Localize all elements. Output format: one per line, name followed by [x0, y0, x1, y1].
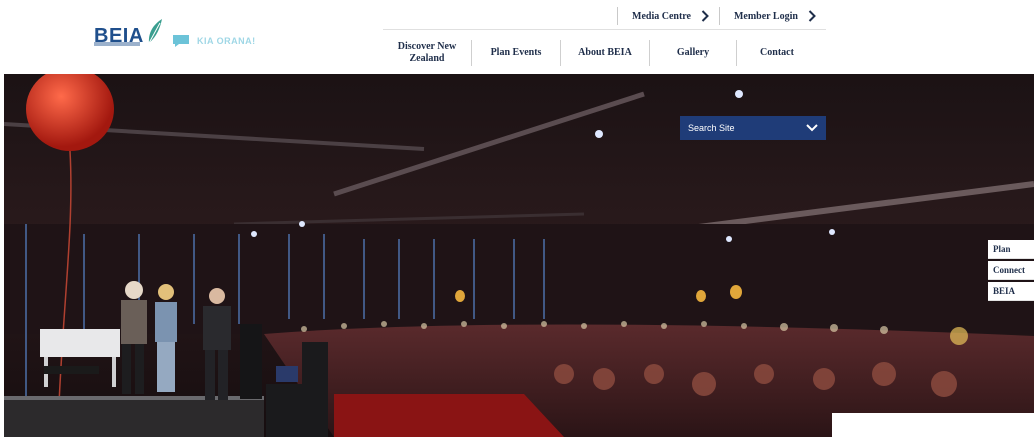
header-rule [383, 29, 826, 30]
nav-item-contact[interactable]: Contact [737, 47, 817, 59]
member-login-link[interactable]: Member Login [720, 10, 826, 22]
chevron-right-icon [808, 10, 816, 22]
nav-item-gallery[interactable]: Gallery [650, 47, 736, 59]
main-nav: Discover New Zealand Plan Events About B… [383, 38, 818, 68]
site-header: BEIA KIA ORANA! Media Centre Member Logi… [0, 0, 1034, 74]
page: BEIA KIA ORANA! Media Centre Member Logi… [0, 0, 1034, 437]
hero-image-event-hall [4, 74, 1034, 437]
side-tab-beia[interactable]: BEIA [988, 282, 1034, 301]
logo-tagline-bar [94, 42, 140, 46]
chat-bubble-icon [173, 35, 189, 47]
search-site-dropdown[interactable]: Search Site [680, 116, 826, 140]
chevron-down-icon [806, 124, 818, 132]
side-tab-connect[interactable]: Connect [988, 261, 1034, 280]
leaf-logo-icon [148, 19, 162, 44]
side-tab-plan[interactable]: Plan [988, 240, 1034, 259]
utility-nav: Media Centre Member Login [617, 6, 826, 26]
kia-orana-badge[interactable]: KIA ORANA! [171, 34, 256, 48]
media-centre-label: Media Centre [632, 10, 691, 22]
media-centre-link[interactable]: Media Centre [618, 10, 719, 22]
badge-text: KIA ORANA! [197, 36, 256, 46]
bottom-right-panel [832, 413, 1034, 437]
hero-photo [4, 74, 1034, 437]
beia-logo[interactable]: BEIA [94, 18, 164, 46]
nav-item-plan-events[interactable]: Plan Events [472, 47, 560, 59]
search-site-label: Search Site [688, 123, 735, 133]
chevron-right-icon [701, 10, 709, 22]
nav-item-discover-new-zealand[interactable]: Discover New Zealand [383, 41, 471, 65]
nav-item-about-beia[interactable]: About BEIA [561, 47, 649, 59]
member-login-label: Member Login [733, 10, 798, 22]
